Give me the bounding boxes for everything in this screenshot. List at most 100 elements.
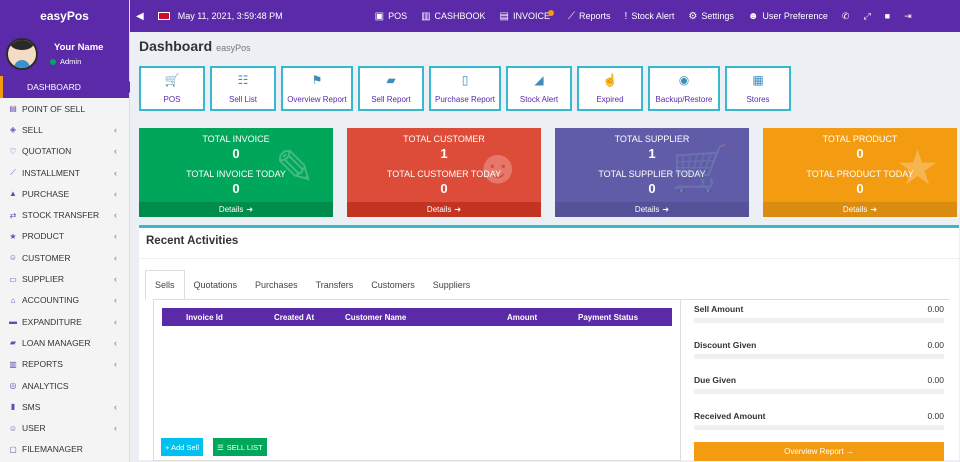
tab-purchases[interactable]: Purchases: [246, 270, 307, 299]
gear-icon: ⚙: [688, 10, 698, 22]
sidebar-item-label: STOCK TRANSFER: [22, 210, 100, 221]
tab-quotations[interactable]: Quotations: [185, 270, 247, 299]
sidebar-item-dashboard[interactable]: DASHBOARD: [0, 76, 135, 98]
report-icon: ▥: [9, 359, 17, 369]
shortcut-stores[interactable]: ▦ Stores: [725, 66, 791, 111]
summary-progress-bar: [694, 318, 944, 323]
arrow-circle-right-icon: ➜: [662, 205, 670, 214]
summary-value: 0.00: [927, 410, 944, 421]
user-icon: ☺: [8, 253, 18, 263]
shortcut-label: Sell List: [228, 95, 257, 104]
sidebar-item-label: POINT OF SELL: [22, 103, 86, 114]
sell-summary: Sell Amount 0.00 Discount Given 0.00 Due Giv…: [694, 298, 944, 440]
tab-suppliers[interactable]: Suppliers: [424, 270, 480, 299]
sidebar-item-stock-transfer[interactable]: ⇄ STOCK TRANSFER ‹: [0, 204, 129, 225]
sidebar: easyPos Your Name Admin DASHBOARD ▤ POINT …: [0, 0, 135, 462]
sidebar-item-customer[interactable]: ☺ CUSTOMER ‹: [0, 247, 129, 268]
sidebar-item-product[interactable]: ★ PRODUCT ‹: [0, 226, 129, 247]
sidebar-item-label: QUOTATION: [22, 146, 72, 157]
shortcut-pos[interactable]: 🛒 POS: [139, 66, 205, 111]
tab-sells[interactable]: Sells: [145, 270, 185, 300]
sidebar-item-accounting[interactable]: ⌂ ACCOUNTING ‹: [0, 290, 129, 311]
shortcut-expired[interactable]: ☝ Expired: [577, 66, 643, 111]
sidebar-item-sms[interactable]: ▮ SMS ‹: [0, 396, 129, 417]
column-invoice-id[interactable]: Invoice Id: [186, 313, 223, 322]
user-role: Admin: [60, 57, 82, 66]
user-name: Your Name: [54, 42, 104, 53]
shortcut-purchase-report[interactable]: ▯ Purchase Report: [429, 66, 501, 111]
sidebar-item-purchase[interactable]: ▲ PURCHASE ‹: [0, 183, 129, 204]
shortcut-sell-list[interactable]: ☷ Sell List: [210, 66, 276, 111]
store-icon: ▦: [752, 73, 764, 87]
recent-activities-panel: Recent Activities Sells Quotations Purchas…: [139, 225, 959, 461]
sidebar-item-user[interactable]: ☺ USER ‹: [0, 417, 129, 438]
tab-customers[interactable]: Customers: [362, 270, 424, 299]
nav-invoice[interactable]: ▤ INVOICE: [500, 10, 555, 22]
nav-cashbook[interactable]: ▥ CASHBOOK: [421, 11, 485, 22]
shortcut-sell-report[interactable]: ▰ Sell Report: [358, 66, 424, 111]
sidebar-item-label: EXPANDITURE: [22, 316, 82, 327]
phone-icon[interactable]: ✆: [842, 11, 850, 22]
list-icon: ☰: [217, 442, 224, 452]
shortcut-label: POS: [163, 95, 181, 104]
arrow-circle-right-icon: ➜: [870, 205, 878, 214]
summary-row-sell-amount: Sell Amount 0.00: [694, 298, 944, 334]
add-sell-button[interactable]: + Add Sell: [161, 438, 203, 456]
column-customer-name[interactable]: Customer Name: [345, 313, 406, 322]
sidebar-toggle-icon[interactable]: ◀: [136, 11, 144, 22]
details-link[interactable]: Details ➜: [347, 202, 541, 217]
pos-icon: ▤: [9, 104, 17, 114]
sidebar-item-label: SUPPLIER: [22, 274, 65, 285]
sidebar-item-quotation[interactable]: ♡ QUOTATION ‹: [0, 141, 129, 162]
chevron-left-icon: ‹: [114, 252, 117, 263]
column-amount[interactable]: Amount: [507, 313, 537, 322]
nav-user-preference[interactable]: ☻ User Preference: [748, 11, 828, 22]
chevron-left-icon: ‹: [114, 124, 117, 135]
sidebar-item-label: CUSTOMER: [22, 252, 71, 263]
avatar: [6, 38, 38, 70]
details-link[interactable]: Details ➜: [139, 202, 333, 217]
summary-progress-bar: [694, 353, 944, 359]
sidebar-item-label: PRODUCT: [22, 231, 65, 242]
clipboard-icon: ▯: [461, 73, 469, 87]
sidebar-item-loan-manager[interactable]: ▰ LOAN MANAGER ‹: [0, 332, 129, 353]
fullscreen-icon[interactable]: ⤢: [863, 11, 870, 22]
brand-logo[interactable]: easyPos: [0, 0, 129, 32]
logout-icon[interactable]: ⇥: [904, 11, 912, 22]
overview-report-button[interactable]: Overview Report →: [694, 442, 944, 461]
sidebar-item-label: DASHBOARD: [27, 82, 81, 92]
nav-pos[interactable]: ▣ POS: [375, 11, 407, 22]
nav-reports[interactable]: ⟋ Reports: [568, 11, 611, 22]
sell-list-button[interactable]: ☰ SELL LIST: [213, 438, 267, 456]
star-icon: ★: [895, 142, 939, 195]
sidebar-item-analytics[interactable]: ◎ ANALYTICS: [0, 375, 129, 396]
shortcut-backup-restore[interactable]: ◉ Backup/Restore: [648, 66, 720, 111]
column-payment-status[interactable]: Payment Status: [578, 313, 638, 322]
details-link[interactable]: Details ➜: [555, 202, 749, 217]
summary-progress-bar: [694, 389, 944, 394]
line-chart-icon: ⟋: [568, 10, 576, 22]
sidebar-item-reports[interactable]: ▥ REPORTS ‹: [0, 354, 129, 375]
lock-icon[interactable]: ■: [885, 11, 890, 21]
sidebar-item-installment[interactable]: ⟋ INSTALLMENT ‹: [0, 162, 129, 183]
sidebar-item-label: LOAN MANAGER: [22, 337, 91, 348]
shortcut-stock-alert[interactable]: ◢ Stock Alert: [506, 66, 572, 111]
stat-box-total-customer: ☻ TOTAL CUSTOMER 1 TOTAL CUSTOMER TODAY 0 Det…: [347, 128, 541, 217]
sidebar-item-supplier[interactable]: ▭ SUPPLIER ‹: [0, 268, 129, 289]
details-link[interactable]: Details ➜: [763, 202, 957, 217]
summary-row-due-given: Due Given 0.00: [694, 369, 944, 405]
column-created-at[interactable]: Created At: [274, 313, 314, 322]
sidebar-item-expanditure[interactable]: ▬ EXPANDITURE ‹: [0, 311, 129, 332]
main-content: Dashboard easyPos 🛒 POS ☷ Sell List ⚑ Overview…: [130, 32, 960, 462]
nav-settings[interactable]: ⚙ Settings: [688, 11, 734, 22]
chart-icon: ⟋: [10, 167, 16, 177]
cart-icon: 🛒: [164, 73, 180, 87]
sidebar-item-filemanager[interactable]: ▢ FILEMANAGER: [0, 439, 129, 460]
shortcut-overview-report[interactable]: ⚑ Overview Report: [281, 66, 353, 111]
sidebar-item-point-of-sell[interactable]: ▤ POINT OF SELL: [0, 98, 129, 119]
sidebar-item-sell[interactable]: ◈ SELL ‹: [0, 119, 129, 140]
language-flag-icon[interactable]: [157, 12, 170, 20]
nav-stock-alert[interactable]: ! Stock Alert: [625, 11, 675, 22]
tab-transfers[interactable]: Transfers: [307, 270, 363, 299]
cart-icon: 🛒: [671, 143, 731, 196]
